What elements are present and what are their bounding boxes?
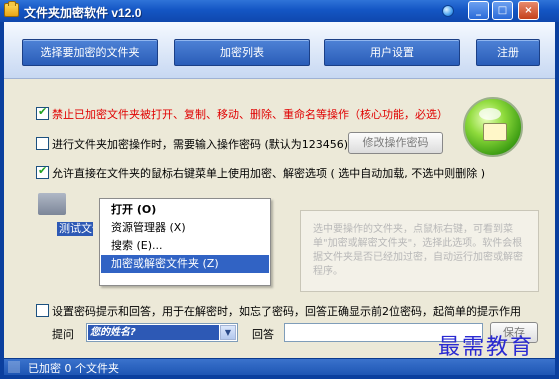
menu-item-explorer: 资源管理器 (X) <box>111 221 186 234</box>
app-window: 文件夹加密软件 v12.0 _ □ × 选择要加密的文件夹 加密列表 用户设置 … <box>0 0 559 379</box>
context-menu-checkbox[interactable] <box>36 164 49 179</box>
maximize-button[interactable]: □ <box>492 1 513 20</box>
register-button[interactable]: 注册 <box>476 39 540 66</box>
hint-text: 选中要操作的文件夹，点鼠标右键，可看到菜单"加密或解密文件夹"，选择此选项。软件… <box>313 224 523 277</box>
window-title: 文件夹加密软件 v12.0 <box>24 6 142 20</box>
status-icon <box>8 361 20 373</box>
hint-box: 选中要操作的文件夹，点鼠标右键，可看到菜单"加密或解密文件夹"，选择此选项。软件… <box>300 210 539 292</box>
question-value: 您的姓名? <box>88 325 219 340</box>
modify-password-button[interactable]: 修改操作密码 <box>348 132 443 154</box>
question-select[interactable]: 您的姓名? ▼ <box>86 323 238 342</box>
forbid-operations-label: 禁止已加密文件夹被打开、复制、移动、删除、重命名等操作（核心功能，必选） <box>52 108 448 121</box>
require-password-label: 进行文件夹加密操作时，需要输入操作密码 (默认为123456) <box>52 138 349 151</box>
password-hint-checkbox[interactable] <box>36 304 49 317</box>
password-hint-label: 设置密码提示和回答，用于在解密时，如忘了密码，回答正确显示前2位密码，起简单的提… <box>52 305 521 318</box>
app-logo <box>463 97 523 157</box>
status-bar: 已加密 0 个文件夹 <box>4 358 555 375</box>
menu-item-search: 搜索 (E)... <box>111 239 163 252</box>
menu-item-encrypt-decrypt: 加密或解密文件夹 (Z) <box>101 255 269 273</box>
forbid-operations-checkbox[interactable] <box>36 105 49 120</box>
help-icon[interactable] <box>442 5 454 17</box>
answer-label: 回答 <box>252 328 274 341</box>
context-menu-label: 允许直接在文件夹的鼠标右键菜单上使用加密、解密选项 ( 选中自动加载, 不选中则… <box>52 167 486 180</box>
main-panel: 选择要加密的文件夹 加密列表 用户设置 注册 禁止已加密文件夹被打开、复制、移动… <box>4 22 555 375</box>
toolbar: 选择要加密的文件夹 加密列表 用户设置 注册 <box>4 22 555 79</box>
user-settings-button[interactable]: 用户设置 <box>324 39 460 66</box>
logo-shine <box>479 108 501 120</box>
logo-folder-icon <box>483 123 507 141</box>
folder-lock-icon <box>4 1 19 17</box>
chevron-down-icon[interactable]: ▼ <box>220 325 236 340</box>
question-label: 提问 <box>52 328 74 341</box>
demo-folder-icon <box>38 193 66 215</box>
select-folder-button[interactable]: 选择要加密的文件夹 <box>22 39 158 66</box>
demo-context-menu: 打开 (O) 资源管理器 (X) 搜索 (E)... 加密或解密文件夹 (Z) <box>99 198 271 286</box>
menu-item-open: 打开 (O) <box>111 203 157 216</box>
watermark: 最需教育 <box>438 335 535 360</box>
status-text: 已加密 0 个文件夹 <box>28 362 119 375</box>
title-bar[interactable]: 文件夹加密软件 v12.0 _ □ × <box>0 0 559 22</box>
demo-folder-label: 测试文件夹 <box>57 222 93 236</box>
minimize-button[interactable]: _ <box>468 1 489 20</box>
require-password-checkbox[interactable] <box>36 137 49 150</box>
encrypted-list-button[interactable]: 加密列表 <box>174 39 310 66</box>
close-button[interactable]: × <box>518 1 539 20</box>
